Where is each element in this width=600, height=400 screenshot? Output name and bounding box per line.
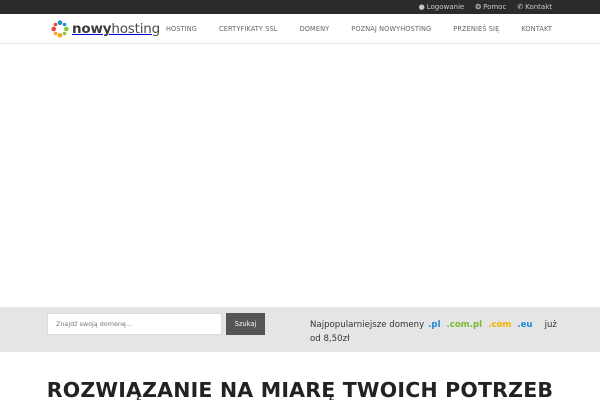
login-label: Logowanie — [426, 3, 465, 11]
main-navbar: nowyhosting HOSTING CERTYFIKATY SSL DOME… — [0, 14, 600, 44]
contact-link[interactable]: ✆ Kontakt — [517, 3, 552, 11]
lifebuoy-icon: ❂ — [475, 3, 482, 11]
popular-domains: Najpopularniejsze domeny .pl .com.pl .com .e… — [310, 318, 560, 346]
contact-label: Kontakt — [525, 3, 552, 11]
headline-regular: ROZWIĄZANIE NA MIARĘ — [46, 378, 336, 400]
domain-ext-eu[interactable]: .eu — [517, 320, 532, 330]
nav-item-ssl[interactable]: CERTYFIKATY SSL — [208, 25, 289, 33]
nav-item-about[interactable]: POZNAJ NOWYHOSTING — [340, 25, 442, 33]
brand-name-light: hosting — [111, 21, 160, 37]
brand-logo[interactable]: nowyhosting — [51, 19, 160, 39]
domain-ext-compl[interactable]: .com.pl — [447, 320, 483, 330]
help-label: Pomoc — [483, 3, 507, 11]
section-headline: ROZWIĄZANIE NA MIARĘ TWOICH POTRZEB — [0, 377, 600, 400]
login-link[interactable]: ● Logowanie — [419, 3, 465, 11]
brand-name: nowyhosting — [72, 21, 160, 37]
popular-label: Najpopularniejsze domeny — [310, 320, 425, 330]
search-button[interactable]: Szukaj — [226, 313, 265, 335]
brand-name-bold: nowy — [72, 21, 112, 37]
nav-item-domains[interactable]: DOMENY — [289, 25, 341, 33]
logo-ring-icon — [51, 20, 69, 38]
help-link[interactable]: ❂ Pomoc — [475, 3, 506, 11]
phone-icon: ✆ — [517, 3, 524, 11]
domain-ext-com[interactable]: .com — [488, 320, 511, 330]
domain-search-bar: Szukaj Najpopularniejsze domeny.pl .com.p… — [0, 307, 600, 352]
main-nav: HOSTING CERTYFIKATY SSL DOMENY POZNAJ NO… — [155, 14, 552, 44]
nav-item-contact[interactable]: KONTAKT — [510, 25, 552, 33]
headline-bold: TWOICH POTRZEB — [342, 378, 554, 400]
nav-item-hosting[interactable]: HOSTING — [155, 25, 208, 33]
top-links: ● Logowanie ❂ Pomoc ✆ Kontakt — [419, 0, 552, 14]
hero-banner — [0, 45, 600, 307]
user-icon: ● — [418, 3, 425, 11]
domain-search-input[interactable] — [47, 313, 222, 335]
domain-ext-pl[interactable]: .pl — [428, 320, 440, 330]
top-utility-bar: ● Logowanie ❂ Pomoc ✆ Kontakt — [0, 0, 600, 14]
nav-item-transfer[interactable]: PRZENIEŚ SIĘ — [442, 25, 510, 33]
